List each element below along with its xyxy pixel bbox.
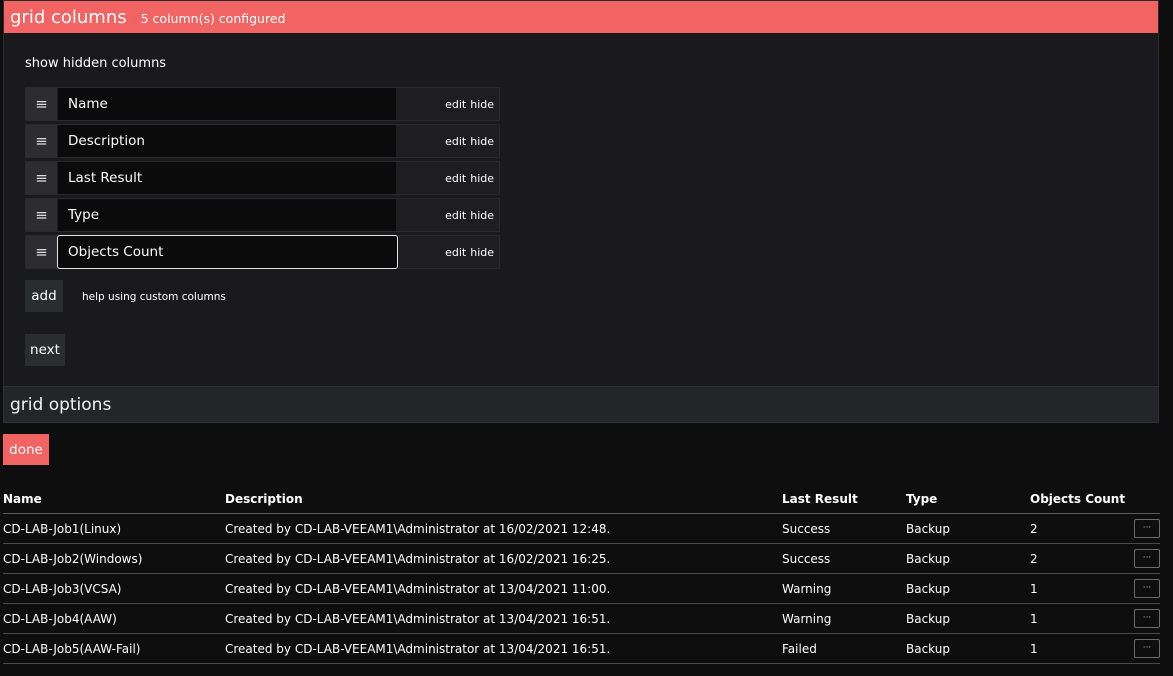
row-menu-button[interactable]: ··· [1134, 549, 1160, 568]
hide-column-link[interactable]: hide [470, 209, 494, 222]
cell-last-result: Success [782, 521, 831, 536]
cell-objects-count: 1 [1030, 581, 1038, 596]
cell-type: Backup [906, 611, 950, 626]
show-hidden-columns-link[interactable]: show hidden columns [25, 56, 166, 71]
column-row-type: ≡ Type edit hide [25, 198, 500, 232]
grid-options-title: grid options [10, 394, 112, 415]
row-menu-button[interactable]: ··· [1134, 519, 1160, 538]
hide-column-link[interactable]: hide [470, 135, 494, 148]
grid-options-header[interactable]: grid options [3, 386, 1159, 423]
cell-objects-count: 2 [1030, 521, 1038, 536]
column-row-last-result: ≡ Last Result edit hide [25, 161, 500, 195]
table-row[interactable]: CD-LAB-Job3(VCSA) Created by CD-LAB-VEEA… [3, 574, 1160, 604]
column-header-type[interactable]: Type [906, 489, 937, 513]
column-header-description[interactable]: Description [225, 489, 303, 513]
column-name-input[interactable]: Name [58, 88, 396, 120]
table-row[interactable]: CD-LAB-Job2(Windows) Created by CD-LAB-V… [3, 544, 1160, 574]
column-header-objects-count[interactable]: Objects Count [1030, 489, 1125, 513]
column-name-input[interactable]: Type [58, 199, 396, 231]
cell-name: CD-LAB-Job4(AAW) [3, 611, 117, 626]
cell-type: Backup [906, 521, 950, 536]
cell-description: Created by CD-LAB-VEEAM1\Administrator a… [225, 581, 611, 596]
row-menu-button[interactable]: ··· [1134, 579, 1160, 598]
cell-description: Created by CD-LAB-VEEAM1\Administrator a… [225, 611, 611, 626]
table-header-row: Name Description Last Result Type Object… [3, 489, 1160, 514]
drag-handle-icon[interactable]: ≡ [26, 199, 57, 231]
cell-description: Created by CD-LAB-VEEAM1\Administrator a… [225, 551, 611, 566]
cell-type: Backup [906, 581, 950, 596]
row-menu-button[interactable]: ··· [1134, 639, 1160, 658]
column-actions: edit hide [445, 199, 494, 231]
edit-column-link[interactable]: edit [445, 98, 466, 111]
edit-column-link[interactable]: edit [445, 246, 466, 259]
cell-last-result: Failed [782, 641, 817, 656]
drag-handle-icon[interactable]: ≡ [26, 125, 57, 157]
drag-handle-icon[interactable]: ≡ [26, 88, 57, 120]
table-row[interactable]: CD-LAB-Job4(AAW) Created by CD-LAB-VEEAM… [3, 604, 1160, 634]
column-header-name[interactable]: Name [3, 489, 42, 513]
cell-last-result: Success [782, 551, 831, 566]
column-actions: edit hide [445, 162, 494, 194]
column-name-input[interactable]: Last Result [58, 162, 396, 194]
cell-objects-count: 1 [1030, 611, 1038, 626]
panel-title: grid columns [10, 6, 127, 28]
row-menu-button[interactable]: ··· [1134, 609, 1160, 628]
cell-objects-count: 1 [1030, 641, 1038, 656]
column-actions: edit hide [445, 236, 494, 268]
jobs-table: Name Description Last Result Type Object… [3, 489, 1160, 664]
cell-last-result: Warning [782, 611, 832, 626]
hide-column-link[interactable]: hide [470, 98, 494, 111]
panel-subtitle: 5 column(s) configured [140, 11, 286, 26]
cell-description: Created by CD-LAB-VEEAM1\Administrator a… [225, 521, 611, 536]
grid-columns-header[interactable]: grid columns 5 column(s) configured [4, 1, 1158, 33]
drag-handle-icon[interactable]: ≡ [26, 236, 57, 268]
column-actions: edit hide [445, 125, 494, 157]
table-row[interactable]: CD-LAB-Job1(Linux) Created by CD-LAB-VEE… [3, 514, 1160, 544]
column-row-objects-count: ≡ Objects Count edit hide [25, 235, 500, 269]
add-column-button[interactable]: add [25, 280, 63, 312]
cell-type: Backup [906, 641, 950, 656]
column-name-input[interactable]: Description [58, 125, 396, 157]
column-row-description: ≡ Description edit hide [25, 124, 500, 158]
column-row-name: ≡ Name edit hide [25, 87, 500, 121]
cell-name: CD-LAB-Job3(VCSA) [3, 581, 122, 596]
drag-handle-icon[interactable]: ≡ [26, 162, 57, 194]
cell-name: CD-LAB-Job1(Linux) [3, 521, 122, 536]
column-name-input[interactable]: Objects Count [57, 235, 398, 269]
hide-column-link[interactable]: hide [470, 172, 494, 185]
cell-description: Created by CD-LAB-VEEAM1\Administrator a… [225, 641, 611, 656]
cell-last-result: Warning [782, 581, 832, 596]
next-button[interactable]: next [25, 334, 65, 366]
cell-name: CD-LAB-Job2(Windows) [3, 551, 143, 566]
help-custom-columns-link[interactable]: help using custom columns [82, 291, 226, 303]
cell-type: Backup [906, 551, 950, 566]
cell-objects-count: 2 [1030, 551, 1038, 566]
done-button[interactable]: done [3, 434, 49, 465]
column-actions: edit hide [445, 88, 494, 120]
column-header-last-result[interactable]: Last Result [782, 489, 858, 513]
cell-name: CD-LAB-Job5(AAW-Fail) [3, 641, 141, 656]
table-row[interactable]: CD-LAB-Job5(AAW-Fail) Created by CD-LAB-… [3, 634, 1160, 664]
edit-column-link[interactable]: edit [445, 209, 466, 222]
edit-column-link[interactable]: edit [445, 135, 466, 148]
edit-column-link[interactable]: edit [445, 172, 466, 185]
grid-columns-panel: grid columns 5 column(s) configured show… [3, 0, 1159, 423]
hide-column-link[interactable]: hide [470, 246, 494, 259]
